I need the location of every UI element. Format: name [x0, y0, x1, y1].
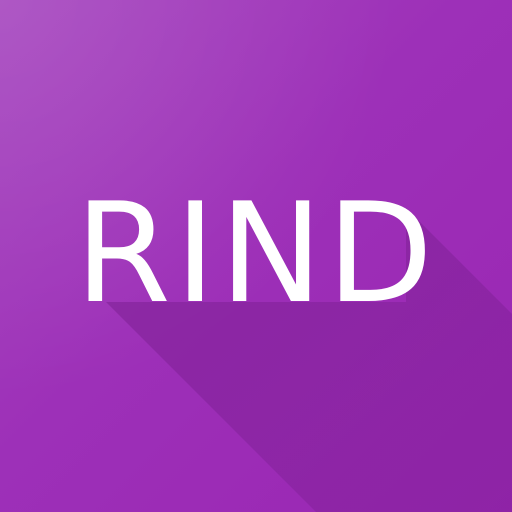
- app-icon: RIND: [0, 0, 512, 512]
- app-wordmark: RIND: [74, 173, 438, 334]
